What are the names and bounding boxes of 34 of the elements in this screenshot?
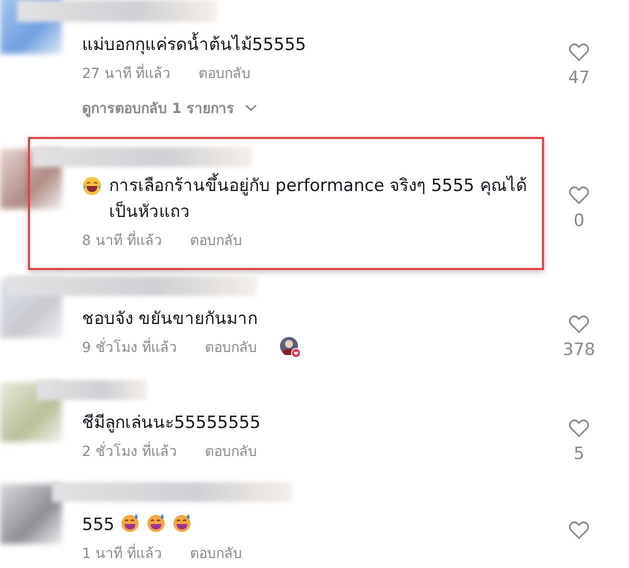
comment-text: การเลือกร้านขึ้นอยู่กับ performance จริงๆ 5555 คุณได้เป็นหัวแถว [109,173,527,225]
comment-text: ชอบจัง ขยันขายกันมาก [82,309,258,329]
grinning-sweat-icon [120,513,140,533]
blurred-avatar [0,149,62,209]
reply-link[interactable]: ตอบกลับ [204,336,257,358]
grinning-sweat-icon [146,513,166,533]
reply-link[interactable]: ตอบกลับ [198,62,251,84]
like-count: 5 [574,444,584,464]
like-count: 378 [562,340,596,360]
comment-text: 555 [82,515,114,535]
comment-time: 2 ชั่วโมง ที่แล้ว [82,440,177,462]
grinning-sweat-icon [172,513,192,533]
blurred-avatar [0,0,62,54]
comment-time: 27 นาที ที่แล้ว [82,62,171,84]
caret-icon [244,104,256,112]
laughing-face-icon [82,176,102,196]
like-icon[interactable] [568,418,590,438]
view-replies-button[interactable]: ดูการตอบกลับ 1 รายการ [82,97,256,119]
comment-text: ชีมีลูกเล่นนะ55555555 [82,413,261,433]
like-icon[interactable] [568,42,590,62]
comment-time: 8 นาที ที่แล้ว [82,229,162,251]
comment-time: 9 ชั่วโมง ที่แล้ว [82,336,177,358]
reply-link[interactable]: ตอบกลับ [190,229,242,251]
reply-link[interactable]: ตอบกลับ [204,440,257,462]
like-count: 47 [568,68,590,88]
like-icon[interactable] [568,520,590,540]
comment-time: 1 นาที ที่แล้ว [82,542,162,564]
reply-link[interactable]: ตอบกลับ [190,542,242,564]
like-icon[interactable] [568,314,590,334]
blurred-avatar [0,484,62,544]
blurred-avatar [0,278,62,338]
like-icon[interactable] [568,185,590,205]
blurred-avatar [0,382,62,442]
like-count: 0 [574,211,584,231]
